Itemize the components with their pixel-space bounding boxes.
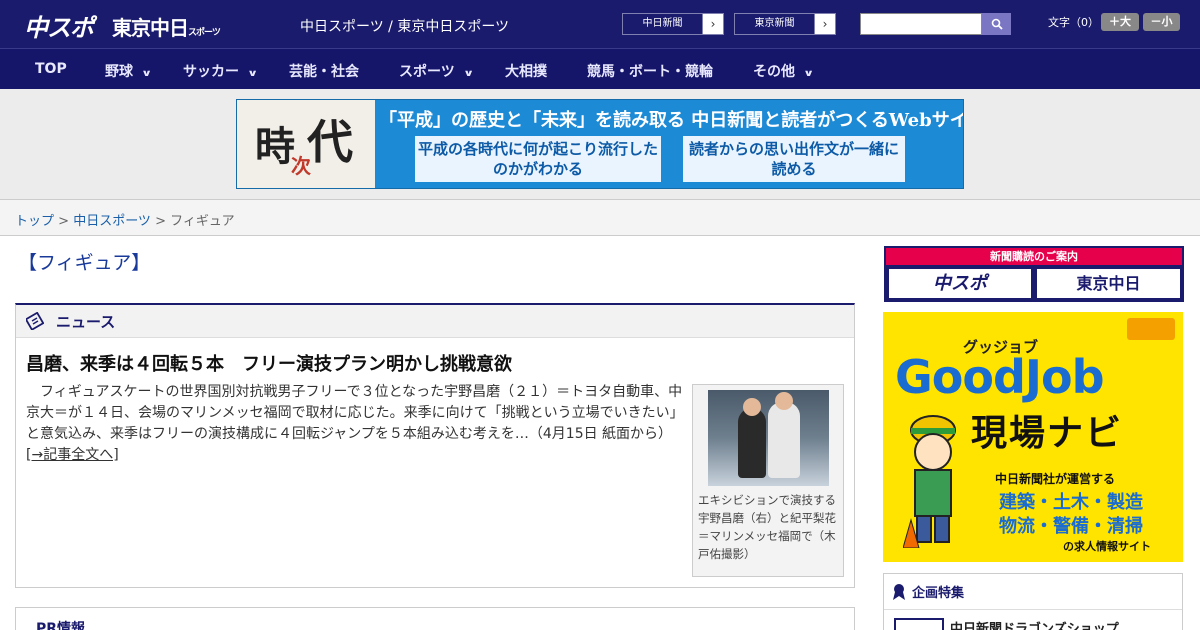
article-title[interactable]: 昌磨、来季は４回転５本 フリー演技プラン明かし挑戦意欲 (26, 350, 512, 376)
breadcrumb-current: フィギュア (170, 214, 235, 229)
pr-section: PR情報 (15, 607, 855, 630)
nav-item-soccer[interactable]: サッカー ∨ (183, 61, 259, 81)
nav-label: スポーツ (399, 64, 455, 80)
news-heading: ニュース (56, 312, 116, 331)
article-body: フィギュアスケートの世界国別対抗戦男子フリーで３位となった宇野昌磨（２１）＝トヨ… (26, 382, 686, 466)
chevron-down-icon: ∨ (141, 69, 153, 79)
nav-label: 大相撲 (505, 64, 547, 80)
nav-item-other[interactable]: その他 ∨ (753, 61, 815, 81)
banner-kanji-dai: 代 (307, 115, 353, 169)
banner-box-1: 平成の各時代に何が起こり流行したのかがわかる (415, 136, 661, 182)
skater-head (775, 392, 793, 410)
banner-headline: 「平成」の歴史と「未来」を読み取る 中日新聞と読者がつくるWebサイト (379, 110, 964, 131)
skater-figure (738, 408, 766, 478)
breadcrumb: トップ > 中日スポーツ > フィギュア (0, 200, 1200, 236)
chevron-down-icon: ∨ (462, 69, 474, 79)
nav-item-top[interactable]: TOP (35, 61, 67, 77)
chevron-down-icon: ∨ (247, 69, 259, 79)
photo-caption: エキシビションで演技する宇野昌磨（右）と紀平梨花＝マリンメッセ福岡で（木戸佑撮影… (698, 493, 836, 561)
tokyo-shimbun-label: 東京新聞 (735, 14, 815, 34)
font-larger-button[interactable]: ＋大 (1101, 13, 1139, 31)
goodjob-line1: 中日新聞社が運営する (995, 472, 1116, 486)
newspaper-icon (26, 312, 44, 330)
chevron-right-icon: › (703, 17, 723, 31)
goodjob-title: GoodJob (895, 350, 1105, 404)
breadcrumb-section[interactable]: 中日スポーツ (73, 214, 151, 229)
banner-kanji-tsugi: 次 (291, 154, 311, 178)
article-photo-box: エキシビションで演技する宇野昌磨（右）と紀平梨花＝マリンメッセ福岡で（木戸佑撮影… (692, 384, 844, 577)
subscribe-chuspo[interactable]: 中スポ (889, 269, 1031, 298)
tokyo-logo-text: 東京中日 (112, 16, 189, 40)
article-photo[interactable] (708, 390, 829, 486)
page-title: 【フィギュア】 (18, 252, 151, 274)
nav-item-baseball[interactable]: 野球 ∨ (105, 61, 153, 81)
nav-item-sports[interactable]: スポーツ ∨ (399, 61, 474, 81)
chevron-right-icon: › (815, 17, 835, 31)
site-names: 中日スポーツ / 東京中日スポーツ (300, 19, 510, 35)
nav-label: 野球 (105, 64, 133, 80)
chunichi-shimbun-label: 中日新聞 (623, 14, 703, 34)
nav-item-sumo[interactable]: 大相撲 (505, 61, 547, 81)
skater-head (743, 398, 761, 416)
feature-item-link[interactable]: 中日新聞ドラゴンズショップ (950, 618, 1119, 630)
breadcrumb-separator: > (150, 214, 171, 229)
truck-icon (1127, 318, 1175, 340)
chunichi-shimbun-link[interactable]: 中日新聞 › (622, 13, 724, 35)
chuspo-logo[interactable]: 中スポ (24, 8, 94, 43)
news-section: ニュース 昌磨、来季は４回転５本 フリー演技プラン明かし挑戦意欲 フィギュアスケ… (15, 303, 855, 588)
main-content: 【フィギュア】 ニュース 昌磨、来季は４回転５本 フリー演技プラン明かし挑戦意欲… (0, 236, 1200, 630)
ribbon-icon (893, 583, 905, 600)
jidai-banner[interactable]: 時 代 次 「平成」の歴史と「未来」を読み取る 中日新聞と読者がつくるWebサイ… (236, 99, 964, 189)
nav-label: 芸能・社会 (289, 64, 359, 80)
tokyo-logo-small: スポーツ (188, 28, 221, 38)
feature-thumbnail[interactable] (894, 618, 944, 630)
nav-item-racing[interactable]: 競馬・ボート・競輪 (587, 61, 713, 81)
goodjob-subtitle: 現場ナビ (971, 413, 1124, 454)
worker-illustration (903, 415, 956, 548)
nav-label: 競馬・ボート・競輪 (587, 64, 713, 80)
subscription-banner[interactable]: 新聞購読のご案内 中スポ 東京中日 (884, 246, 1184, 302)
chevron-down-icon: ∨ (803, 69, 815, 79)
read-more-link[interactable]: [→記事全文へ] (26, 447, 119, 463)
banner-box-2: 読者からの思い出作文が一緒に読める (683, 136, 905, 182)
goodjob-ad[interactable]: グッジョブ GoodJob 現場ナビ 中日新聞社が運営する 建築・土木・製造 物… (883, 312, 1183, 562)
feature-header: 企画特集 (884, 574, 1182, 610)
breadcrumb-home[interactable]: トップ (15, 214, 54, 229)
search-icon (991, 18, 1003, 30)
goodjob-line2: 建築・土木・製造 (999, 492, 1143, 513)
feature-section: 企画特集 中日新聞ドラゴンズショップ (883, 573, 1183, 630)
banner-zone: 時 代 次 「平成」の歴史と「未来」を読み取る 中日新聞と読者がつくるWebサイ… (0, 89, 1200, 200)
nav-item-entertainment[interactable]: 芸能・社会 (289, 61, 359, 81)
goodjob-line3: 物流・警備・清掃 (999, 516, 1143, 537)
tokyo-shimbun-link[interactable]: 東京新聞 › (734, 13, 836, 35)
font-size-label: 文字（0） (1048, 16, 1099, 29)
article-text: フィギュアスケートの世界国別対抗戦男子フリーで３位となった宇野昌磨（２１）＝トヨ… (26, 384, 684, 442)
search-form (860, 13, 1011, 35)
search-button[interactable] (982, 13, 1011, 35)
top-header: 中スポ 東京中日スポーツ 中日スポーツ / 東京中日スポーツ 中日新聞 › 東京… (0, 0, 1200, 48)
breadcrumb-separator: > (54, 214, 74, 229)
tokyo-chunichi-logo[interactable]: 東京中日スポーツ (112, 12, 221, 41)
banner-kanji-ji: 時 (255, 123, 295, 170)
skater-figure (768, 402, 800, 478)
font-smaller-button[interactable]: －小 (1143, 13, 1180, 31)
nav-label: サッカー (183, 64, 239, 80)
goodjob-line4: の求人情報サイト (1063, 540, 1151, 553)
subscribe-tokyo[interactable]: 東京中日 (1037, 269, 1180, 298)
subscription-label: 新聞購読のご案内 (886, 248, 1182, 265)
banner-logo-area: 時 代 次 (237, 100, 375, 188)
feature-heading: 企画特集 (912, 586, 965, 601)
news-header: ニュース (16, 305, 854, 338)
search-input[interactable] (860, 13, 982, 35)
nav-label: TOP (35, 61, 67, 77)
main-nav: TOP 野球 ∨ サッカー ∨ 芸能・社会 スポーツ ∨ 大相撲 競馬・ボート・競輪 … (0, 48, 1200, 89)
pr-heading: PR情報 (36, 621, 86, 630)
nav-label: その他 (753, 64, 795, 80)
